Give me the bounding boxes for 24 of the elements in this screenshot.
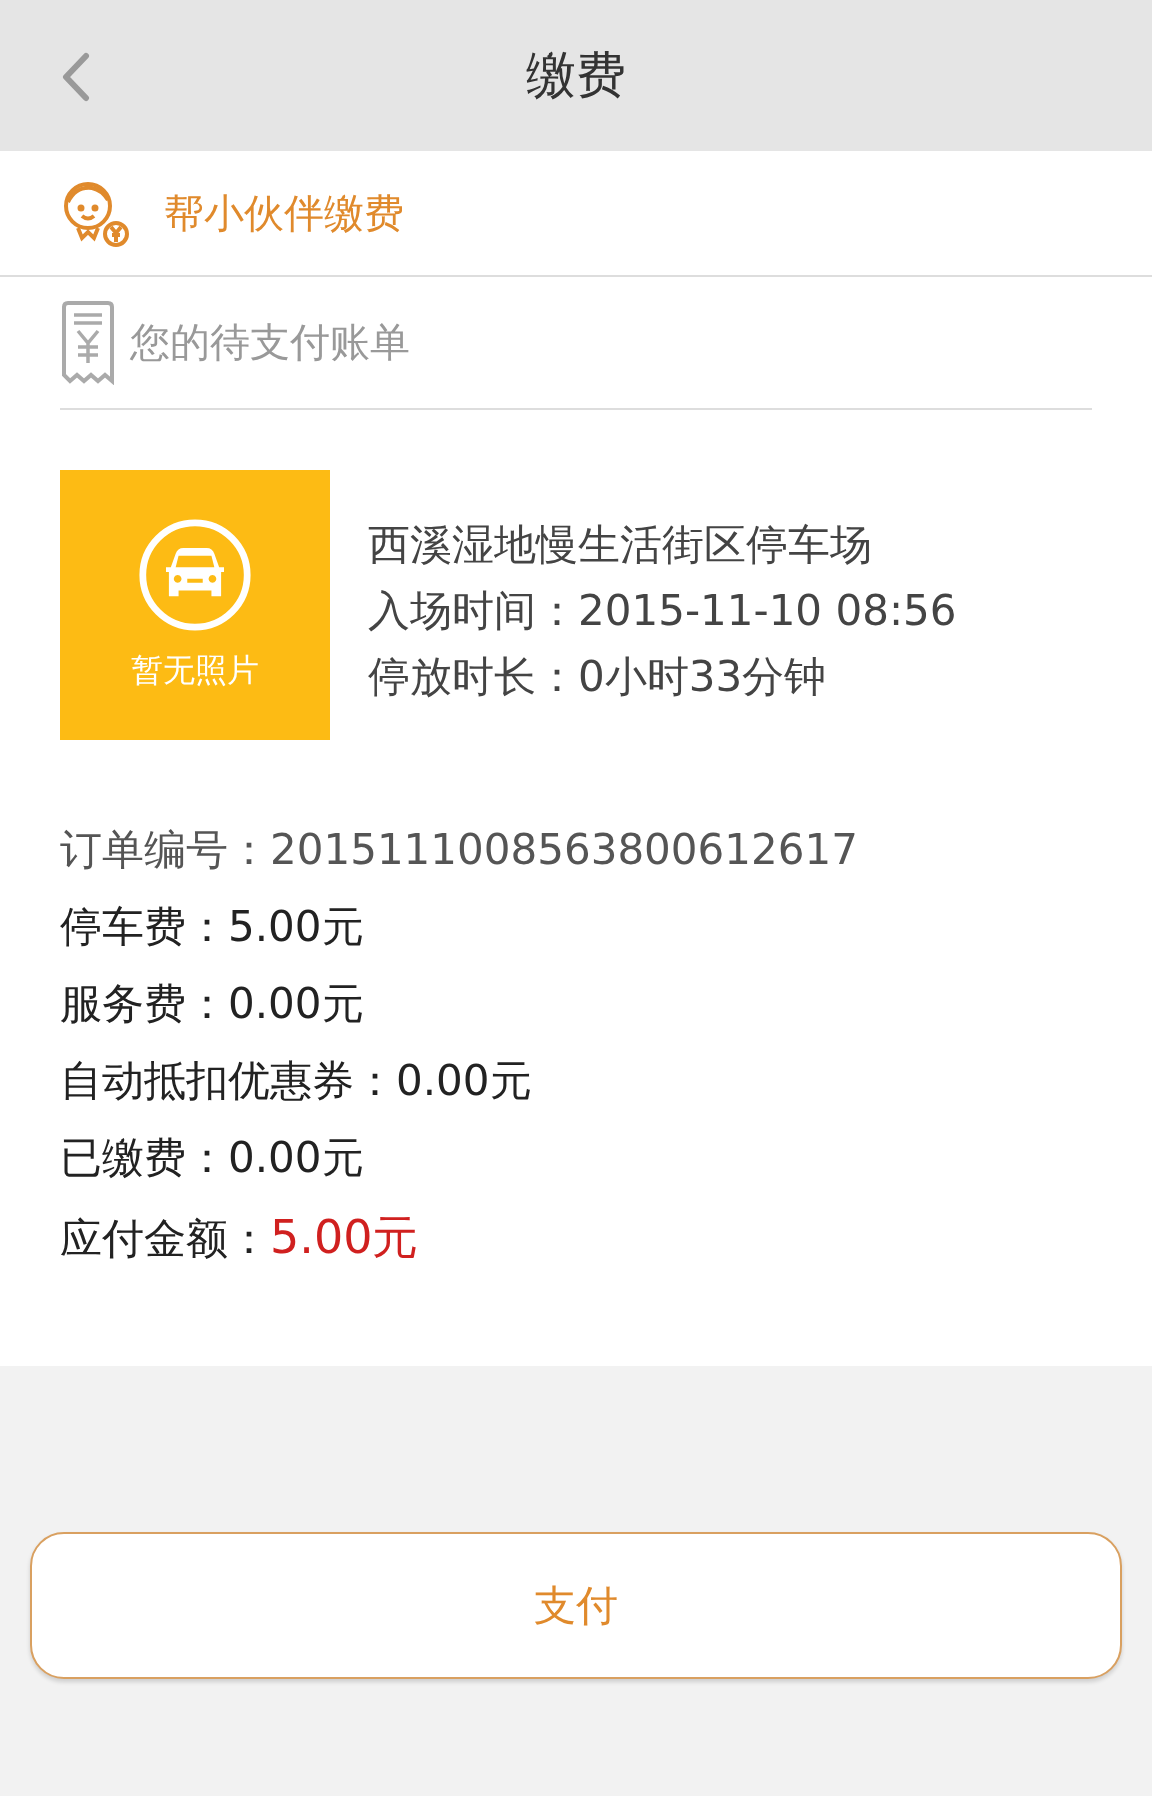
detail-value: 2015111008563800612617 (270, 825, 858, 874)
detail-value: 0.00元 (228, 978, 364, 1030)
back-icon[interactable] (60, 52, 90, 102)
detail-label: 已缴费： (60, 1132, 228, 1184)
pay-button[interactable]: 支付 (30, 1532, 1122, 1679)
detail-value: 0.00元 (396, 1055, 532, 1107)
bill-heading: 您的待支付账单 (130, 318, 410, 367)
receipt-icon (60, 300, 116, 385)
detail-value: 0.00元 (228, 1132, 364, 1184)
detail-label: 停车费： (60, 901, 228, 953)
detail-label: 服务费： (60, 978, 228, 1030)
helper-label: 帮小伙伴缴费 (164, 188, 404, 238)
detail-label: 自动抵扣优惠券： (60, 1055, 396, 1107)
parking-lot-name: 西溪湿地慢生活街区停车场 (368, 519, 873, 571)
detail-value: 5.00元 (270, 1209, 419, 1266)
detail-label: 应付金额： (60, 1213, 270, 1265)
detail-value: 5.00元 (228, 901, 364, 953)
page-title: 缴费 (526, 45, 626, 106)
no-photo-caption: 暂无照片 (131, 650, 259, 691)
parking-info-line: 入场时间：2015-11-10 08:56 (368, 585, 957, 637)
helper-row[interactable]: 帮小伙伴缴费 (0, 151, 1152, 277)
detail-label: 订单编号： (60, 824, 270, 876)
car-icon (137, 517, 253, 633)
parking-info-line: 停放时长：0小时33分钟 (368, 651, 828, 703)
